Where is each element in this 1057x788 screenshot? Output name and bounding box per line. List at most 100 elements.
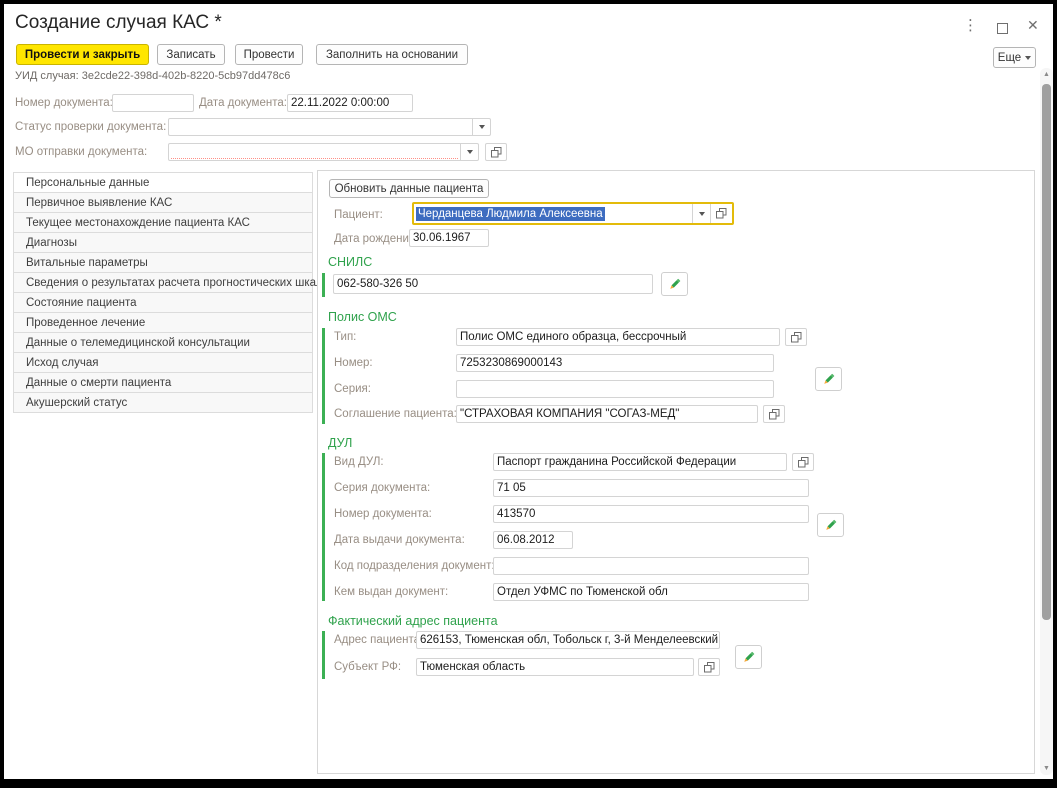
doc-mo-combo[interactable] <box>168 143 479 161</box>
vertical-scrollbar[interactable]: ▲ ▼ <box>1040 68 1053 775</box>
open-windows-icon <box>791 332 802 343</box>
open-windows-icon <box>704 662 715 673</box>
dul-header: ДУЛ <box>328 436 352 450</box>
oms-group-bar <box>322 328 325 424</box>
case-uid-value: 3e2cde22-398d-402b-8220-5cb97dd478c6 <box>82 70 291 82</box>
personal-data-panel: Обновить данные пациента Пациент: Чердан… <box>317 170 1035 774</box>
dul-series-input[interactable]: 71 05 <box>493 479 809 497</box>
patient-open-button[interactable] <box>710 204 732 223</box>
page-title: Создание случая КАС * <box>15 12 222 34</box>
menu-dots-icon[interactable]: ⋮ <box>963 16 978 34</box>
pencil-icon <box>823 518 838 533</box>
doc-number-input[interactable] <box>112 94 194 112</box>
dul-kind-input[interactable]: Паспорт гражданина Российской Федерации <box>493 453 787 471</box>
doc-status-dropdown[interactable] <box>472 119 490 135</box>
patient-address-label: Адрес пациента: <box>334 634 423 646</box>
doc-mo-dropdown[interactable] <box>460 144 478 160</box>
dul-series-value: 71 05 <box>497 482 526 494</box>
more-button-label: Еще <box>998 52 1021 64</box>
submit-and-close-button[interactable]: Провести и закрыть <box>16 44 149 65</box>
dul-kind-value: Паспорт гражданина Российской Федерации <box>497 456 736 468</box>
birth-date-label: Дата рождения: <box>334 233 418 245</box>
rf-subject-input[interactable]: Тюменская область <box>416 658 694 676</box>
tab-primary-detection[interactable]: Первичное выявление КАС <box>13 192 313 213</box>
doc-date-value: 22.11.2022 0:00:00 <box>291 97 389 109</box>
doc-status-combo[interactable] <box>168 118 491 136</box>
rf-subject-label: Субъект РФ: <box>334 661 401 673</box>
oms-type-open-button[interactable] <box>785 328 807 346</box>
case-uid-line: УИД случая: 3e2cde22-398d-402b-8220-5cb9… <box>15 70 290 82</box>
address-group-bar <box>322 631 325 679</box>
pencil-icon <box>821 372 836 387</box>
snils-value: 062-580-326 50 <box>337 278 418 290</box>
tab-personal-data[interactable]: Персональные данные <box>13 172 313 193</box>
pencil-icon <box>741 650 756 665</box>
save-button[interactable]: Записать <box>157 44 225 65</box>
close-button[interactable]: ✕ <box>1027 17 1039 34</box>
tab-patient-condition[interactable]: Состояние пациента <box>13 292 313 313</box>
dul-issued-by-label: Кем выдан документ: <box>334 586 448 598</box>
dul-number-value: 413570 <box>497 508 535 520</box>
scrollbar-thumb[interactable] <box>1042 84 1051 620</box>
more-button[interactable]: Еще <box>993 47 1036 68</box>
dul-issue-date-input[interactable]: 06.08.2012 <box>493 531 573 549</box>
patient-combo[interactable]: Черданцева Людмила Алексеевна <box>412 202 734 225</box>
tab-current-location[interactable]: Текущее местонахождение пациента КАС <box>13 212 313 233</box>
oms-agreement-open-button[interactable] <box>763 405 785 423</box>
maximize-icon <box>997 23 1008 34</box>
patient-selected-text: Черданцева Людмила Алексеевна <box>416 207 605 221</box>
oms-number-label: Номер: <box>334 357 373 369</box>
dul-issued-by-input[interactable]: Отдел УФМС по Тюменской обл <box>493 583 809 601</box>
doc-mo-open-button[interactable] <box>485 143 507 161</box>
dul-issued-by-value: Отдел УФМС по Тюменской обл <box>497 586 668 598</box>
refresh-patient-data-button[interactable]: Обновить данные пациента <box>329 179 489 198</box>
open-windows-icon <box>491 147 502 158</box>
post-button[interactable]: Провести <box>235 44 303 65</box>
oms-type-label: Тип: <box>334 331 356 343</box>
dul-edit-button[interactable] <box>817 513 844 537</box>
dul-kind-label: Вид ДУЛ: <box>334 456 384 468</box>
oms-edit-button[interactable] <box>815 367 842 391</box>
dul-number-input[interactable]: 413570 <box>493 505 809 523</box>
patient-address-input[interactable]: 626153, Тюменская обл, Тобольск г, 3-й М… <box>416 631 720 649</box>
doc-number-label: Номер документа: <box>15 97 113 109</box>
oms-agreement-label: Соглашение пациента: <box>334 408 457 420</box>
doc-date-label: Дата документа: <box>199 97 287 109</box>
form-window: Создание случая КАС * ⋮ ✕ Провести и зак… <box>4 4 1053 779</box>
scroll-down-icon[interactable]: ▼ <box>1040 765 1053 772</box>
maximize-button[interactable] <box>997 21 1008 39</box>
tab-death-data[interactable]: Данные о смерти пациента <box>13 372 313 393</box>
open-windows-icon <box>798 457 809 468</box>
oms-number-input[interactable]: 7253230869000143 <box>456 354 774 372</box>
tab-treatment[interactable]: Проведенное лечение <box>13 312 313 333</box>
doc-mo-value <box>169 144 460 160</box>
snils-edit-button[interactable] <box>661 272 688 296</box>
address-edit-button[interactable] <box>735 645 762 669</box>
tab-prognostic-scales[interactable]: Сведения о результатах расчета прогности… <box>13 272 313 293</box>
tab-vital-parameters[interactable]: Витальные параметры <box>13 252 313 273</box>
snils-input[interactable]: 062-580-326 50 <box>333 274 653 294</box>
open-windows-icon <box>716 208 727 219</box>
snils-group-bar <box>322 273 325 297</box>
oms-agreement-input[interactable]: "СТРАХОВАЯ КОМПАНИЯ "СОГАЗ-МЕД" <box>456 405 758 423</box>
dul-kind-open-button[interactable] <box>792 453 814 471</box>
tab-case-outcome[interactable]: Исход случая <box>13 352 313 373</box>
oms-type-input[interactable]: Полис ОМС единого образца, бессрочный <box>456 328 780 346</box>
rf-subject-open-button[interactable] <box>698 658 720 676</box>
dul-series-label: Серия документа: <box>334 482 430 494</box>
pencil-icon <box>667 277 682 292</box>
tab-diagnoses[interactable]: Диагнозы <box>13 232 313 253</box>
doc-status-label: Статус проверки документа: <box>15 121 166 133</box>
tab-obstetric-status[interactable]: Акушерский статус <box>13 392 313 413</box>
scroll-up-icon[interactable]: ▲ <box>1040 71 1053 78</box>
fill-from-basis-button[interactable]: Заполнить на основании <box>316 44 468 65</box>
birth-date-input[interactable]: 30.06.1967 <box>409 229 489 247</box>
chevron-down-icon <box>479 125 485 129</box>
tab-telemedicine[interactable]: Данные о телемедицинской консультации <box>13 332 313 353</box>
dul-group-bar <box>322 453 325 601</box>
dul-division-code-input[interactable] <box>493 557 809 575</box>
patient-dropdown[interactable] <box>692 204 710 223</box>
oms-series-input[interactable] <box>456 380 774 398</box>
doc-date-input[interactable]: 22.11.2022 0:00:00 <box>287 94 413 112</box>
dul-issue-date-label: Дата выдачи документа: <box>334 534 465 546</box>
